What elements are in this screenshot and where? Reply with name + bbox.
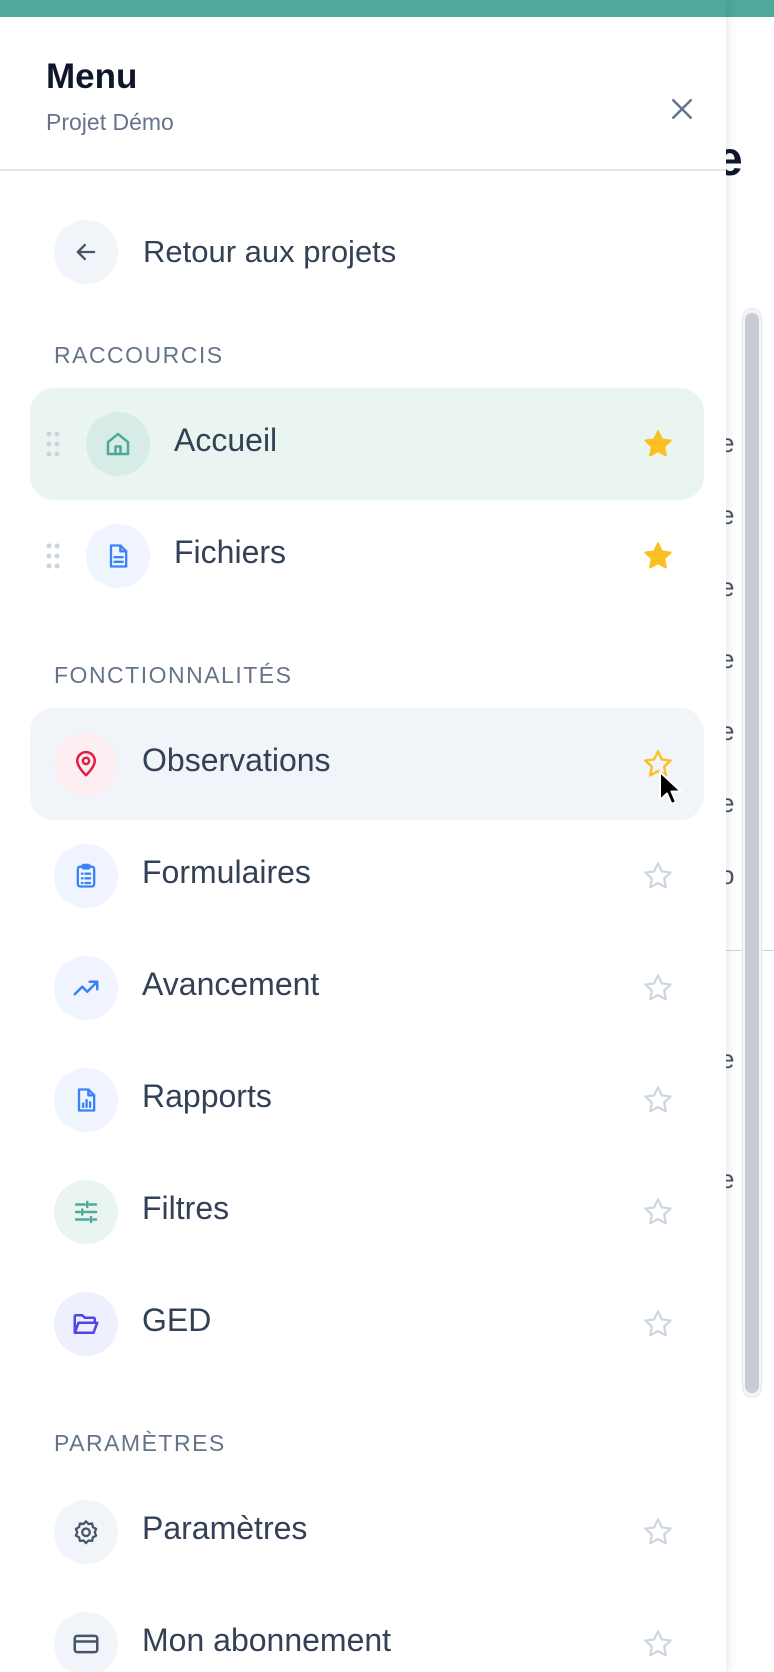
item-icon-wrap (54, 1068, 118, 1132)
home-icon (106, 432, 130, 456)
settings-item-abonnement[interactable]: Mon abonnement (30, 1588, 704, 1672)
project-name: Projet Démo (46, 109, 174, 135)
star-filled-icon[interactable] (642, 428, 674, 460)
close-icon (672, 99, 692, 119)
star-outline-icon[interactable] (642, 972, 674, 1004)
star-outline-icon[interactable] (642, 748, 674, 780)
bg-text-fragment: o (726, 860, 735, 890)
settings-item-parametres[interactable]: Paramètres (30, 1476, 704, 1588)
bg-text-fragment: e (726, 1164, 735, 1194)
bg-text-fragment: e (726, 716, 735, 746)
feature-item-observations[interactable]: Observations (30, 708, 704, 820)
item-label: Accueil (174, 422, 278, 458)
star-filled-icon[interactable] (642, 540, 674, 572)
credit-card-icon (73, 1634, 99, 1654)
star-outline-icon[interactable] (642, 1516, 674, 1548)
item-label: GED (142, 1302, 212, 1338)
navigation-drawer: Menu Projet Démo Retour aux projets RACC… (0, 0, 726, 1672)
item-label: Fichiers (174, 534, 287, 570)
item-label: Filtres (142, 1190, 230, 1226)
star-outline-icon[interactable] (642, 1628, 674, 1660)
shortcut-item-fichiers[interactable]: Fichiers (30, 500, 704, 612)
bg-text-fragment: e (726, 572, 735, 602)
star-outline-icon[interactable] (642, 1084, 674, 1116)
item-icon-wrap (54, 1180, 118, 1244)
feature-item-ged[interactable]: GED (30, 1268, 704, 1380)
feature-item-filtres[interactable]: Filtres (30, 1156, 704, 1268)
file-icon (109, 544, 128, 568)
bg-text-fragment: e (726, 788, 735, 818)
bg-text-fragment: e (726, 428, 735, 458)
bg-heading-fragment: e (726, 133, 743, 186)
section-title-shortcuts: RACCOURCIS (54, 342, 224, 368)
clipboard-icon (76, 863, 96, 888)
top-accent-bar (726, 0, 774, 17)
star-outline-icon[interactable] (642, 1308, 674, 1340)
item-label: Paramètres (142, 1510, 308, 1546)
back-to-projects-link[interactable]: Retour aux projets (54, 220, 396, 284)
arrow-left-icon (76, 243, 96, 261)
item-icon-wrap (54, 844, 118, 908)
top-accent-bar (0, 0, 726, 17)
item-label: Observations (142, 742, 331, 778)
close-button[interactable] (660, 87, 704, 131)
feature-item-avancement[interactable]: Avancement (30, 932, 704, 1044)
star-outline-icon[interactable] (642, 1196, 674, 1228)
drawer-title: Menu (46, 57, 138, 96)
item-icon-wrap (54, 956, 118, 1020)
drawer-header: Menu Projet Démo (0, 17, 726, 171)
folder-open-icon (73, 1314, 99, 1334)
item-icon-wrap (86, 412, 150, 476)
report-icon (77, 1088, 96, 1112)
back-to-projects-label: Retour aux projets (143, 234, 397, 269)
scrollbar-thumb[interactable] (745, 313, 759, 1393)
feature-item-rapports[interactable]: Rapports (30, 1044, 704, 1156)
shortcut-item-accueil[interactable]: Accueil (30, 388, 704, 500)
feature-item-formulaires[interactable]: Formulaires (30, 820, 704, 932)
item-icon-wrap (86, 524, 150, 588)
bg-text-fragment: e (726, 644, 735, 674)
star-outline-icon[interactable] (642, 860, 674, 892)
section-title-features: FONCTIONNALITÉS (54, 662, 293, 688)
gear-icon (74, 1520, 98, 1545)
scrollbar[interactable] (742, 308, 762, 1398)
item-label: Mon abonnement (142, 1622, 392, 1658)
sliders-icon (74, 1200, 98, 1224)
back-icon-wrap (54, 220, 118, 284)
map-pin-icon (76, 750, 96, 777)
item-icon-wrap (54, 732, 118, 796)
item-label: Formulaires (142, 854, 311, 890)
item-icon-wrap (54, 1612, 118, 1672)
section-title-settings: PARAMÈTRES (54, 1430, 226, 1456)
trending-up-icon (73, 980, 99, 996)
drag-handle-icon[interactable] (46, 542, 60, 570)
item-label: Rapports (142, 1078, 272, 1114)
drag-handle-icon[interactable] (46, 430, 60, 458)
item-icon-wrap (54, 1500, 118, 1564)
item-icon-wrap (54, 1292, 118, 1356)
bg-text-fragment: e (726, 500, 735, 530)
bg-text-fragment: e (726, 1044, 735, 1074)
item-label: Avancement (142, 966, 320, 1002)
